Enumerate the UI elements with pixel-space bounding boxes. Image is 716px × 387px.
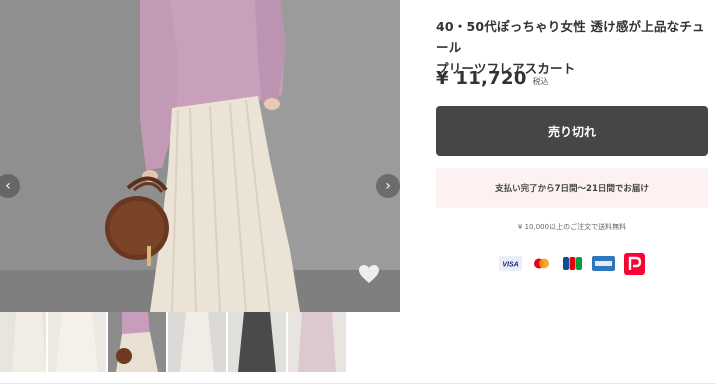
delivery-text: 支払い完了から7日間〜21日間でお届け [495, 184, 649, 194]
thumbnail-2[interactable] [48, 312, 106, 372]
jcb-icon [561, 256, 584, 271]
product-price: ¥ 11,720 [436, 68, 527, 89]
divider [0, 383, 716, 384]
svg-text:VISA: VISA [502, 262, 518, 269]
amex-icon [592, 256, 615, 271]
paypay-icon [623, 252, 646, 275]
thumbnail-4[interactable] [168, 312, 226, 372]
tax-label: 税込 [532, 77, 549, 86]
soldout-button[interactable]: 売り切れ [436, 106, 708, 156]
product-page: ‹ › 40・50代ぽっちゃり女性 透け感が上品なチュール プリーツフレアスカー… [0, 0, 716, 387]
visa-icon: VISA [499, 256, 522, 271]
thumbnail-1[interactable] [0, 312, 46, 372]
free-shipping-note: ¥ 10,000以上のご注文で送料無料 [517, 223, 627, 231]
thumbnail-6[interactable] [288, 312, 346, 372]
heart-icon[interactable] [357, 262, 381, 286]
main-product-image[interactable]: ‹ › [0, 0, 400, 312]
thumbnail-strip [0, 312, 400, 372]
product-photo [0, 0, 400, 312]
chevron-left-icon: ‹ [5, 178, 11, 194]
next-image-button[interactable]: › [376, 174, 400, 198]
delivery-info: 支払い完了から7日間〜21日間でお届け [436, 168, 708, 208]
thumbnail-3[interactable] [108, 312, 166, 372]
product-title-line-1: 40・50代ぽっちゃり女性 透け感が上品なチュール [436, 19, 705, 55]
chevron-right-icon: › [385, 178, 391, 194]
price-row: ¥ 11,720 税込 [436, 68, 549, 89]
thumbnail-5[interactable] [228, 312, 286, 372]
mastercard-icon [530, 256, 553, 271]
payment-methods: VISA [499, 252, 646, 275]
